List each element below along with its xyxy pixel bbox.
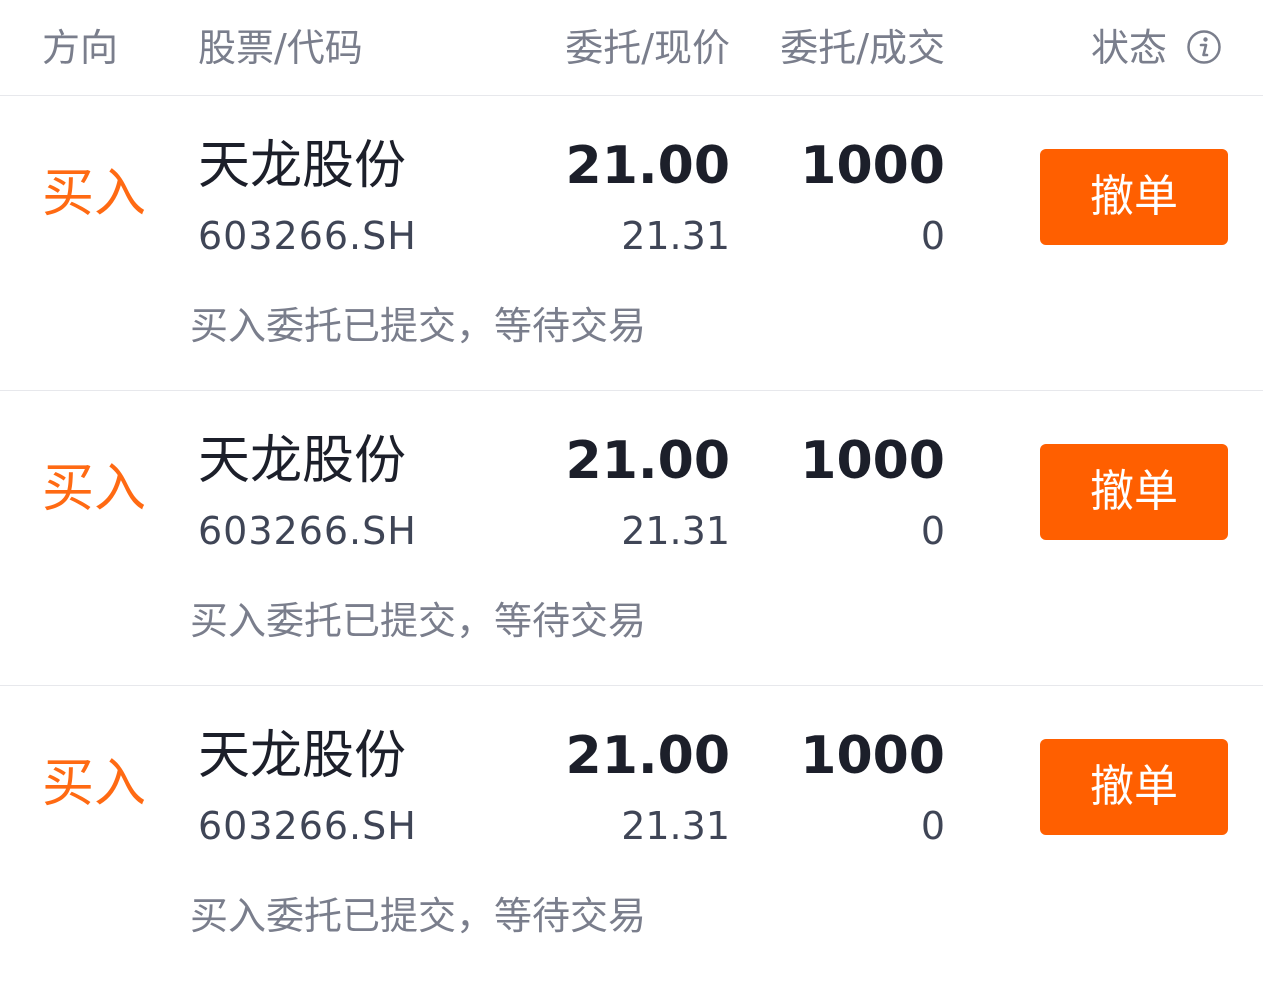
order-row: 买入 天龙股份 603266.SH 21.00 21.31 1000 0 撤单 … bbox=[0, 96, 1263, 391]
direction-buy: 买入 bbox=[42, 754, 147, 814]
cancel-order-button[interactable]: 撤单 bbox=[1040, 739, 1228, 835]
header-status: 状态 bbox=[1090, 26, 1167, 70]
direction-buy: 买入 bbox=[42, 459, 147, 519]
stock-code: 603266.SH bbox=[198, 509, 417, 553]
filled-quantity: 0 bbox=[920, 804, 945, 848]
direction-buy: 买入 bbox=[42, 164, 147, 224]
order-status-message: 买入委托已提交，等待交易 bbox=[190, 304, 647, 348]
order-status-message: 买入委托已提交，等待交易 bbox=[190, 894, 647, 938]
current-price: 21.31 bbox=[621, 804, 730, 848]
header-order-price-current: 委托/现价 bbox=[565, 26, 730, 70]
order-price: 21.00 bbox=[565, 431, 730, 491]
current-price: 21.31 bbox=[621, 509, 730, 553]
stock-name: 天龙股份 bbox=[198, 726, 407, 786]
order-row: 买入 天龙股份 603266.SH 21.00 21.31 1000 0 撤单 … bbox=[0, 686, 1263, 981]
stock-name: 天龙股份 bbox=[198, 136, 407, 196]
order-status-message: 买入委托已提交，等待交易 bbox=[190, 599, 647, 643]
cancel-order-button[interactable]: 撤单 bbox=[1040, 444, 1228, 540]
table-header: 方向 股票/代码 委托/现价 委托/成交 状态 bbox=[0, 0, 1263, 96]
order-quantity: 1000 bbox=[800, 431, 945, 491]
stock-code: 603266.SH bbox=[198, 804, 417, 848]
order-price: 21.00 bbox=[565, 726, 730, 786]
order-quantity: 1000 bbox=[800, 136, 945, 196]
order-quantity: 1000 bbox=[800, 726, 945, 786]
cancel-order-button[interactable]: 撤单 bbox=[1040, 149, 1228, 245]
filled-quantity: 0 bbox=[920, 214, 945, 258]
stock-name: 天龙股份 bbox=[198, 431, 407, 491]
order-price: 21.00 bbox=[565, 136, 730, 196]
header-direction: 方向 bbox=[42, 26, 119, 70]
info-icon[interactable] bbox=[1186, 29, 1222, 65]
header-stock-code: 股票/代码 bbox=[198, 26, 363, 70]
stock-code: 603266.SH bbox=[198, 214, 417, 258]
filled-quantity: 0 bbox=[920, 509, 945, 553]
header-order-filled: 委托/成交 bbox=[780, 26, 945, 70]
order-row: 买入 天龙股份 603266.SH 21.00 21.31 1000 0 撤单 … bbox=[0, 391, 1263, 686]
current-price: 21.31 bbox=[621, 214, 730, 258]
